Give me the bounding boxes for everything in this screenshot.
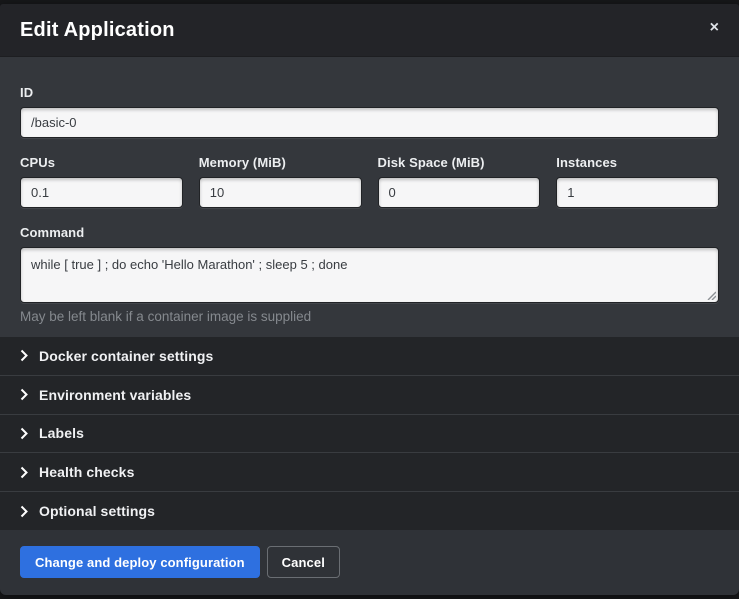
section-label: Health checks: [39, 464, 134, 480]
cpus-input[interactable]: [20, 177, 183, 208]
edit-application-dialog: Edit Application × ID CPUs Memory (MiB) …: [0, 0, 739, 599]
command-help-text: May be left blank if a container image i…: [20, 309, 719, 324]
resources-row: CPUs Memory (MiB) Disk Space (MiB) Insta…: [20, 155, 719, 208]
chevron-right-icon: [20, 349, 28, 362]
page-title: Edit Application: [20, 19, 175, 42]
section-label: Optional settings: [39, 503, 155, 519]
close-icon[interactable]: ×: [704, 16, 725, 40]
id-input[interactable]: [20, 107, 719, 138]
section-labels[interactable]: Labels: [0, 414, 739, 453]
section-label: Docker container settings: [39, 348, 213, 364]
section-label: Environment variables: [39, 387, 191, 403]
accordion: Docker container settings Environment va…: [0, 337, 739, 530]
section-docker-container-settings[interactable]: Docker container settings: [0, 337, 739, 375]
command-textarea[interactable]: while [ true ] ; do echo 'Hello Marathon…: [20, 247, 719, 303]
submit-button[interactable]: Change and deploy configuration: [20, 546, 260, 578]
chevron-right-icon: [20, 388, 28, 401]
id-field-group: ID: [20, 85, 719, 138]
modal: Edit Application × ID CPUs Memory (MiB) …: [0, 4, 739, 595]
instances-input[interactable]: [556, 177, 719, 208]
command-field-group: Command while [ true ] ; do echo 'Hello …: [20, 225, 719, 324]
instances-label: Instances: [556, 155, 719, 170]
cpus-field-group: CPUs: [20, 155, 183, 208]
disk-input[interactable]: [378, 177, 541, 208]
section-label: Labels: [39, 425, 84, 441]
memory-label: Memory (MiB): [199, 155, 362, 170]
chevron-right-icon: [20, 427, 28, 440]
disk-field-group: Disk Space (MiB): [378, 155, 541, 208]
chevron-right-icon: [20, 505, 28, 518]
id-label: ID: [20, 85, 719, 100]
form-body: ID CPUs Memory (MiB) Disk Space (MiB) In: [0, 57, 739, 337]
chevron-right-icon: [20, 466, 28, 479]
disk-label: Disk Space (MiB): [378, 155, 541, 170]
instances-field-group: Instances: [556, 155, 719, 208]
command-label: Command: [20, 225, 719, 240]
section-environment-variables[interactable]: Environment variables: [0, 375, 739, 414]
memory-input[interactable]: [199, 177, 362, 208]
modal-header: Edit Application ×: [0, 4, 739, 57]
section-optional-settings[interactable]: Optional settings: [0, 491, 739, 530]
cancel-button[interactable]: Cancel: [267, 546, 340, 578]
cpus-label: CPUs: [20, 155, 183, 170]
modal-footer: Change and deploy configuration Cancel: [0, 530, 739, 595]
memory-field-group: Memory (MiB): [199, 155, 362, 208]
section-health-checks[interactable]: Health checks: [0, 452, 739, 491]
